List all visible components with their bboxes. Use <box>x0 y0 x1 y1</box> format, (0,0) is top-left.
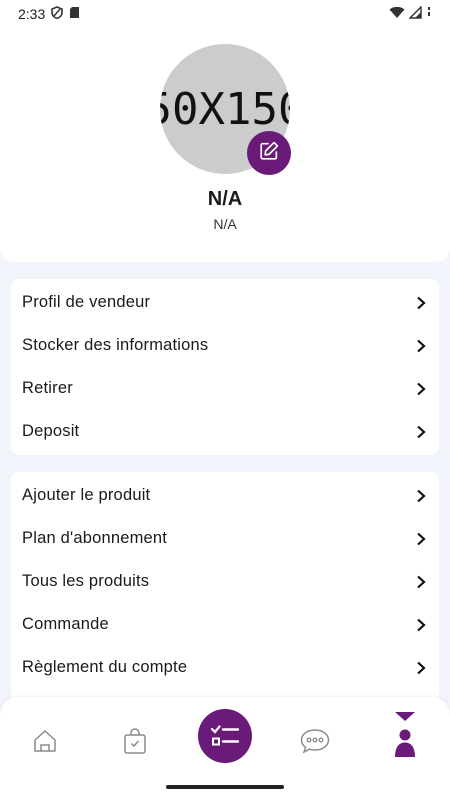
nav-tasks-button[interactable] <box>198 709 252 763</box>
profile-subtitle: N/A <box>213 216 237 232</box>
profile-name: N/A <box>207 188 243 210</box>
signal-icon <box>408 5 422 22</box>
menu-item-label: Retirer <box>22 379 73 397</box>
chevron-right-icon <box>417 296 426 309</box>
menu-item-add-product[interactable]: Ajouter le produit <box>11 474 439 517</box>
wifi-icon <box>389 6 405 22</box>
menu-item-label: Règlement du compte <box>22 658 188 676</box>
nav-shop[interactable] <box>115 721 155 761</box>
chevron-right-icon <box>417 661 426 674</box>
home-icon <box>34 730 56 752</box>
edit-avatar-button[interactable] <box>247 131 291 175</box>
chevron-right-icon <box>417 618 426 631</box>
chevron-right-icon <box>417 575 426 588</box>
nav-profile[interactable] <box>385 709 425 761</box>
menu-item-label: Stocker des informations <box>22 336 209 354</box>
menu-item-label: Tous les produits <box>22 572 150 590</box>
profile-header: 50X150 N/A N/A <box>0 28 450 262</box>
chevron-right-icon <box>417 382 426 395</box>
menu-item-label: Profil de vendeur <box>22 293 151 311</box>
sd-card-icon <box>69 6 80 22</box>
battery-icon <box>426 6 432 22</box>
chevron-right-icon <box>417 339 426 352</box>
menu-item-subscription-plan[interactable]: Plan d'abonnement <box>11 517 439 560</box>
avatar-placeholder-text: 50X150 <box>160 83 290 135</box>
menu-item-withdraw[interactable]: Retirer <box>11 367 439 410</box>
menu-item-seller-profile[interactable]: Profil de vendeur <box>11 281 439 324</box>
chevron-right-icon <box>417 489 426 502</box>
status-time: 2:33 <box>18 6 46 22</box>
menu-item-label: Commande <box>22 615 109 633</box>
menu-item-store-info[interactable]: Stocker des informations <box>11 324 439 367</box>
menu-item-orders[interactable]: Commande <box>11 603 439 646</box>
chat-icon <box>300 729 330 754</box>
shopping-bag-icon <box>124 728 146 754</box>
home-indicator[interactable] <box>166 785 284 789</box>
menu-item-label: Ajouter le produit <box>22 486 151 504</box>
bottom-navigation <box>0 697 450 800</box>
nav-chat[interactable] <box>295 721 335 761</box>
edit-icon <box>258 140 280 167</box>
menu-group-products: Ajouter le produit Plan d'abonnement Tou… <box>11 472 439 712</box>
profile-icon <box>395 712 415 757</box>
shield-icon <box>51 6 64 22</box>
nav-home[interactable] <box>25 721 65 761</box>
menu-item-label: Deposit <box>22 422 80 440</box>
task-list-icon <box>210 725 240 746</box>
status-bar: 2:33 <box>0 0 450 28</box>
chevron-right-icon <box>417 532 426 545</box>
menu-item-account-settlement[interactable]: Règlement du compte <box>11 646 439 689</box>
menu-item-all-products[interactable]: Tous les produits <box>11 560 439 603</box>
menu-item-deposit[interactable]: Deposit <box>11 410 439 453</box>
chevron-right-icon <box>417 425 426 438</box>
menu-group-seller: Profil de vendeur Stocker des informatio… <box>11 279 439 455</box>
menu-item-label: Plan d'abonnement <box>22 529 168 547</box>
